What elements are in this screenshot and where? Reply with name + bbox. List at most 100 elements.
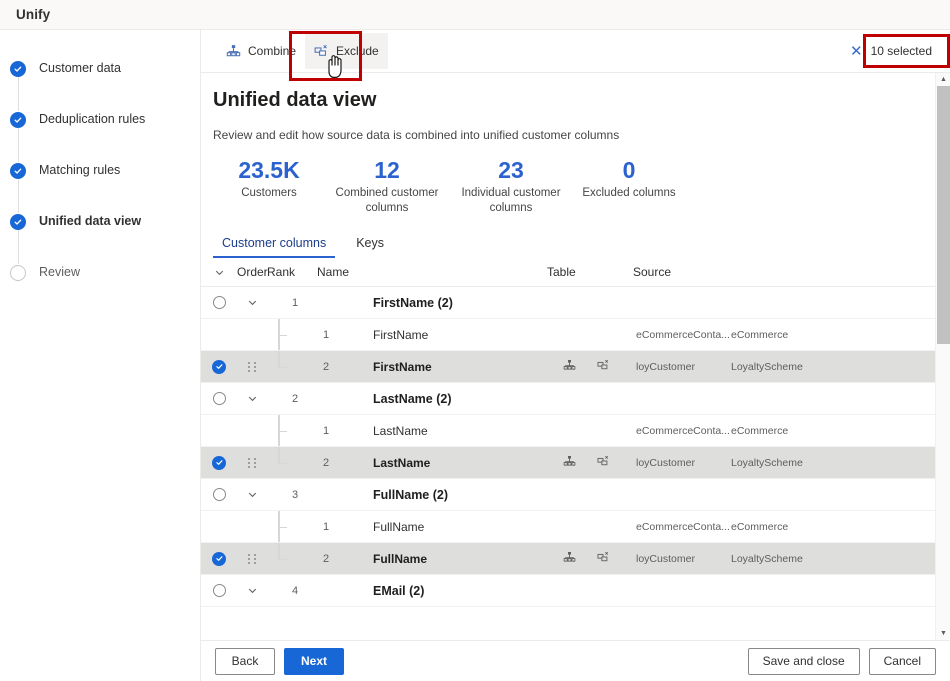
column-header-name[interactable]: Name: [317, 265, 547, 279]
column-header-table[interactable]: Table: [547, 265, 633, 279]
tree-horizontal-line: [278, 558, 287, 560]
next-button[interactable]: Next: [284, 647, 344, 675]
sidebar-step-review[interactable]: Review: [0, 264, 200, 315]
tab-customer-columns[interactable]: Customer columns: [213, 230, 336, 258]
sidebar-step-unified-data-view[interactable]: Unified data view: [0, 213, 200, 264]
table-row-child[interactable]: 2 FullName loyCustomer LoyaltyScheme: [201, 543, 936, 575]
group-order-value: 4: [292, 584, 299, 597]
save-and-close-button[interactable]: Save and close: [747, 647, 860, 675]
window-title: Unify: [16, 7, 51, 22]
cancel-button[interactable]: Cancel: [868, 647, 936, 675]
row-name-value: LastName: [373, 423, 428, 438]
tab-keys[interactable]: Keys: [347, 230, 393, 258]
sidebar-step-matching-rules[interactable]: Matching rules: [0, 162, 200, 213]
row-table-value: loyCustomer: [636, 552, 695, 565]
row-combine-icon[interactable]: [563, 359, 576, 375]
group-expand-chevron-icon[interactable]: [237, 393, 267, 404]
tree-gutter: [267, 287, 292, 318]
expand-all-chevron-icon[interactable]: [201, 267, 237, 278]
group-expand-chevron-icon[interactable]: [237, 489, 267, 500]
row-exclude-icon[interactable]: [597, 455, 610, 471]
column-header-source[interactable]: Source: [633, 265, 753, 279]
wizard-footer: Back Next Save and close Cancel: [201, 640, 950, 681]
scroll-up-arrow-icon[interactable]: ▲: [936, 73, 950, 86]
customer-columns-table: Order Rank Name Table Source 1 FirstName …: [201, 258, 936, 607]
column-header-rank[interactable]: Rank: [267, 265, 317, 279]
checked-circle-icon: [212, 551, 226, 566]
group-select-radio[interactable]: [201, 488, 237, 501]
scroll-down-arrow-icon[interactable]: ▼: [936, 627, 950, 640]
group-expand-chevron-icon[interactable]: [237, 297, 267, 308]
row-rank-value: 2: [323, 456, 330, 469]
tree-horizontal-line: [278, 526, 287, 528]
row-rank-value: 1: [323, 424, 330, 437]
content-vertical-scrollbar[interactable]: ▲ ▼: [935, 73, 950, 640]
row-select-checkbox[interactable]: [201, 455, 237, 470]
sidebar-step-label: Matching rules: [39, 163, 121, 177]
sidebar-step-deduplication-rules[interactable]: Deduplication rules: [0, 111, 200, 162]
summary-stats: 23.5K Customers 12 Combined customer column…: [201, 142, 950, 216]
row-source-value: LoyaltyScheme: [731, 360, 803, 373]
tree-gutter: [267, 479, 292, 510]
table-row-group[interactable]: 1 FirstName (2): [201, 287, 936, 319]
sidebar-step-customer-data[interactable]: Customer data: [0, 60, 200, 111]
sidebar-step-label: Unified data view: [39, 214, 142, 228]
sidebar-step-label: Customer data: [39, 61, 121, 75]
tree-vertical-line: [278, 351, 280, 367]
exclude-label: Exclude: [336, 44, 379, 58]
row-exclude-icon[interactable]: [597, 359, 610, 375]
group-expand-chevron-icon[interactable]: [237, 585, 267, 596]
sidebar-step-label: Deduplication rules: [39, 112, 146, 126]
row-select-checkbox[interactable]: [201, 359, 237, 374]
row-drag-handle[interactable]: [237, 361, 267, 372]
table-header-row: Order Rank Name Table Source: [201, 258, 936, 287]
combine-button[interactable]: Combine: [217, 33, 305, 69]
command-bar-right-group: ✕ 10 selected: [840, 35, 950, 67]
table-row-group[interactable]: 4 EMail (2): [201, 575, 936, 607]
group-select-radio[interactable]: [201, 584, 237, 597]
back-button[interactable]: Back: [215, 647, 275, 675]
table-row-child[interactable]: 1 LastName eCommerceConta... eCommerce: [201, 415, 936, 447]
group-select-radio[interactable]: [201, 392, 237, 405]
row-drag-handle[interactable]: [237, 457, 267, 468]
table-row-child[interactable]: 2 LastName loyCustomer LoyaltyScheme: [201, 447, 936, 479]
row-source-value: eCommerce: [731, 520, 789, 533]
row-select-checkbox[interactable]: [201, 551, 237, 566]
row-exclude-icon[interactable]: [597, 551, 610, 567]
table-row-group[interactable]: 2 LastName (2): [201, 383, 936, 415]
checked-circle-icon: [212, 455, 226, 470]
table-row-child[interactable]: 1 FirstName eCommerceConta... eCommerce: [201, 319, 936, 351]
table-row-group[interactable]: 3 FullName (2): [201, 479, 936, 511]
table-row-child[interactable]: 2 FirstName loyCustomer LoyaltyScheme: [201, 351, 936, 383]
column-header-order[interactable]: Order: [237, 265, 268, 279]
row-table-value: loyCustomer: [636, 456, 695, 469]
checked-circle-icon: [212, 359, 226, 374]
exclude-button[interactable]: Exclude: [305, 33, 388, 69]
step-connector-line: [17, 128, 19, 162]
row-table-value: eCommerceConta...: [636, 328, 730, 341]
stat-card: 0 Excluded columns: [573, 156, 685, 216]
row-combine-icon[interactable]: [563, 455, 576, 471]
step-connector-line: [17, 230, 19, 264]
row-drag-handle[interactable]: [237, 553, 267, 564]
table-row-child[interactable]: 1 FullName eCommerceConta... eCommerce: [201, 511, 936, 543]
row-rank-value: 2: [323, 360, 330, 373]
row-actions: [563, 551, 636, 567]
wizard-step-sidebar: Customer data Deduplication rules Matching…: [0, 30, 201, 681]
sidebar-step-label: Review: [39, 265, 80, 279]
scrollbar-thumb[interactable]: [937, 86, 950, 344]
step-pending-circle-icon: [10, 265, 26, 281]
stat-card: 23 Individual customer columns: [449, 156, 573, 216]
stat-card: 12 Combined customer columns: [325, 156, 449, 216]
tree-vertical-line: [278, 543, 280, 559]
row-rank-value: 1: [323, 328, 330, 341]
step-complete-check-icon: [10, 163, 26, 179]
tree-horizontal-line: [278, 366, 287, 368]
group-select-radio[interactable]: [201, 296, 237, 309]
step-connector-line: [17, 179, 19, 213]
row-combine-icon[interactable]: [563, 551, 576, 567]
clear-selection-button[interactable]: ✕ 10 selected: [840, 35, 942, 67]
row-rank-value: 2: [323, 552, 330, 565]
stat-caption: Combined customer columns: [335, 187, 439, 214]
row-source-value: eCommerce: [731, 424, 789, 437]
